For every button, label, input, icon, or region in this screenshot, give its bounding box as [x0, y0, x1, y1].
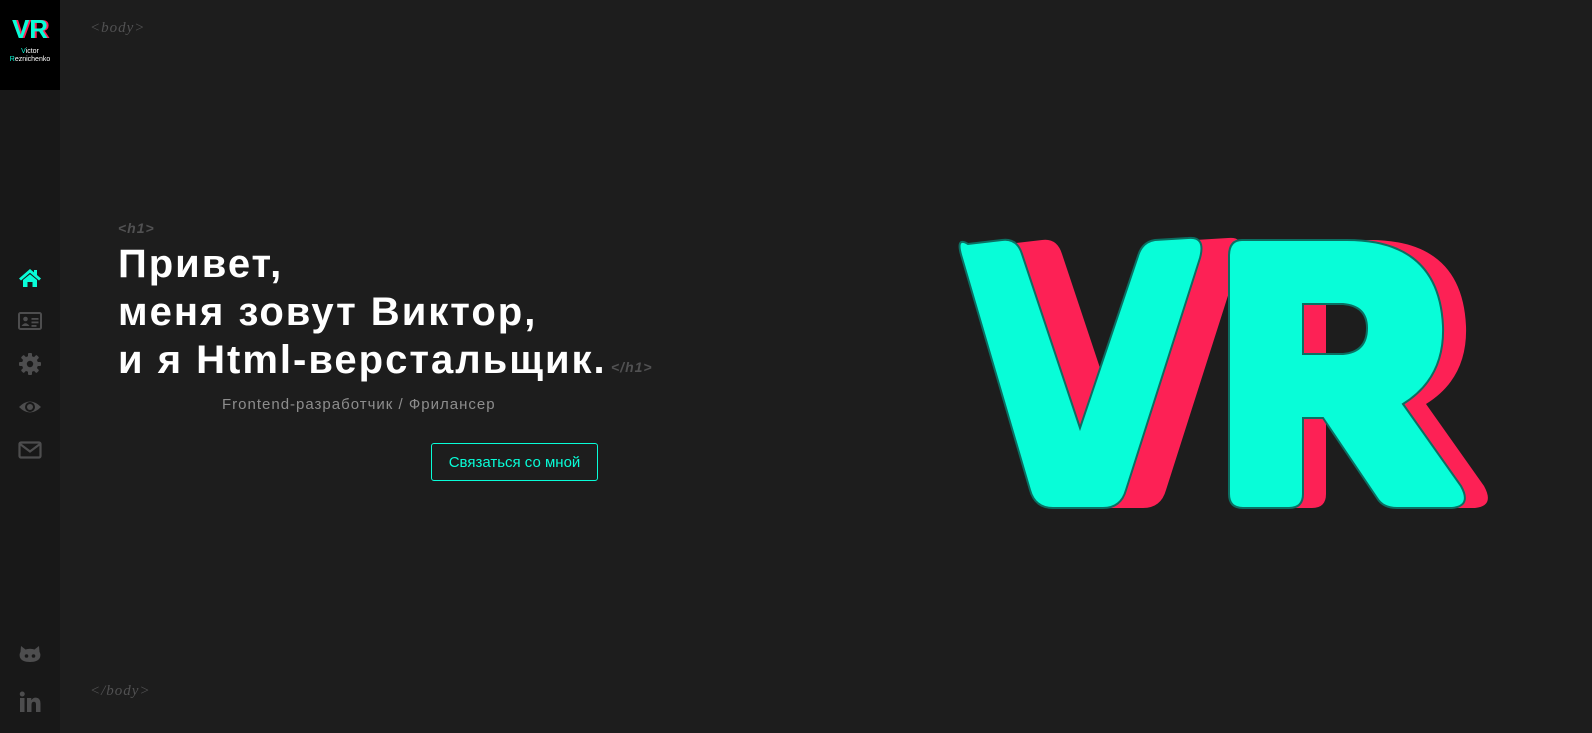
envelope-icon [18, 441, 42, 459]
brand-logo-mark: VR VR [12, 14, 50, 42]
home-icon [19, 269, 41, 287]
hero-line-3: и я Html-верстальщик. [118, 338, 607, 382]
nav-skills[interactable] [18, 352, 42, 376]
nav-about[interactable] [18, 309, 42, 333]
hero-subtitle: Frontend-разработчик / Фрилансер [222, 396, 496, 413]
gear-icon [19, 353, 41, 375]
hero-line-1: Привет, [118, 242, 284, 286]
hero-vr-logo [958, 236, 1488, 509]
linkedin-link[interactable] [18, 690, 42, 714]
body-close-tag: </body> [90, 683, 151, 699]
brand-name: Victor Reznichenko [0, 48, 60, 64]
h1-close-tag: </h1> [611, 359, 653, 375]
brand-first-name: Victor [21, 48, 39, 55]
hero-heading: Привет, меня зовут Виктор, и я Html-верс… [118, 240, 607, 384]
h1-open-tag: <h1> [118, 220, 155, 236]
github-icon [19, 646, 41, 662]
sidebar: VR VR Victor Reznichenko [0, 0, 60, 733]
linkedin-icon [19, 691, 41, 712]
github-link[interactable] [18, 642, 42, 666]
eye-icon [19, 401, 41, 413]
brand-initials: VR [12, 14, 48, 42]
contact-me-button[interactable]: Связаться со мной [431, 443, 598, 481]
nav-portfolio[interactable] [18, 395, 42, 419]
body-open-tag: <body> [90, 20, 146, 36]
id-card-icon [18, 312, 42, 330]
brand-last-name: Reznichenko [9, 56, 51, 63]
nav-contact[interactable] [18, 438, 42, 462]
hero-line-2: меня зовут Виктор, [118, 290, 538, 334]
brand-logo-link[interactable]: VR VR Victor Reznichenko [0, 0, 60, 90]
nav-home[interactable] [18, 266, 42, 290]
